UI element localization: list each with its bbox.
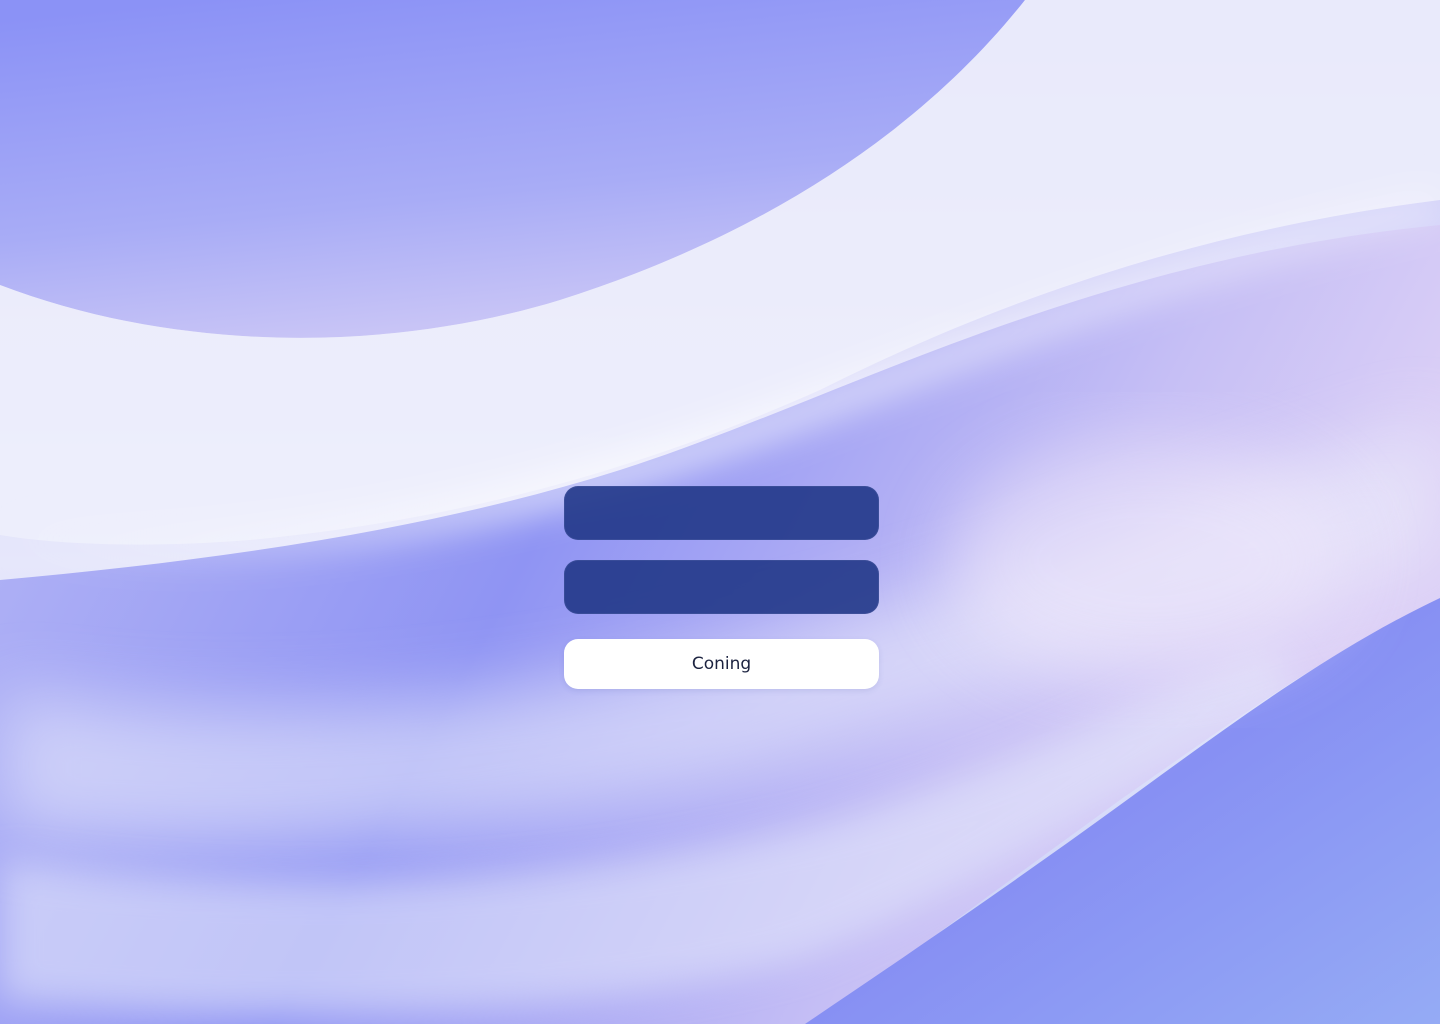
second-input-field[interactable]: [564, 560, 879, 614]
submit-button-label: Coning: [691, 654, 752, 674]
first-input-field[interactable]: [564, 486, 879, 540]
login-form: Coning: [564, 486, 879, 689]
submit-button[interactable]: Coning: [564, 639, 879, 689]
